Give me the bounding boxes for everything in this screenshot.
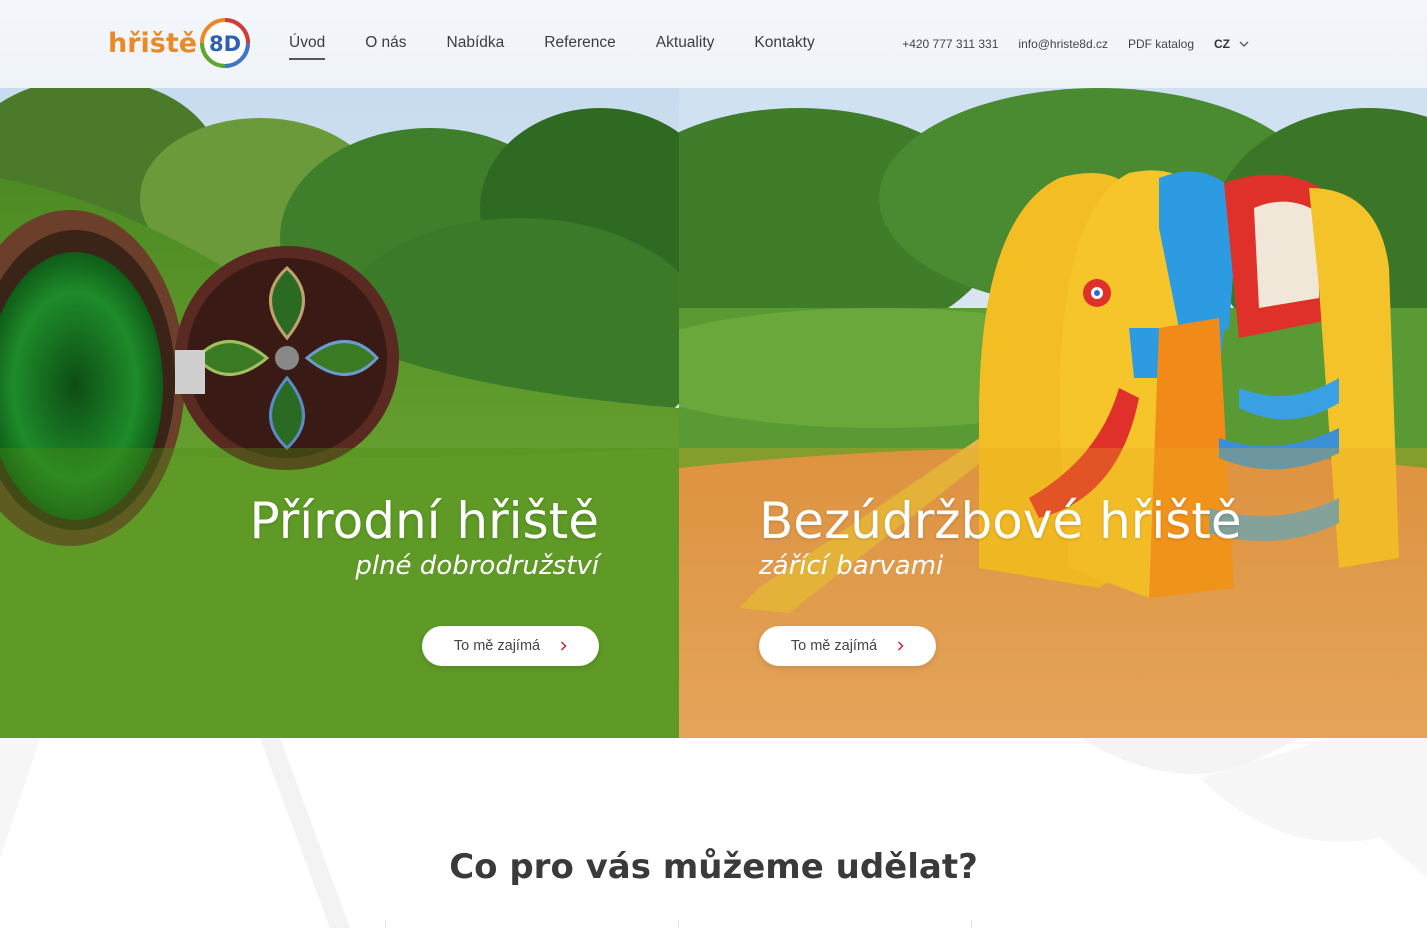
chevron-down-icon — [1239, 41, 1249, 47]
chevron-right-icon — [560, 641, 567, 651]
nav-item-aktuality[interactable]: Aktuality — [656, 0, 715, 88]
phone-link[interactable]: +420 777 311 331 — [902, 37, 998, 51]
hero-title-natural: Přírodní hřiště — [249, 492, 599, 550]
main-nav: Úvod O nás Nabídka Reference Aktuality K… — [289, 0, 855, 88]
hero-subtitle-natural: plné dobrodružství — [355, 551, 599, 581]
pdf-catalog-link[interactable]: PDF katalog — [1128, 37, 1194, 51]
hero-title-maintenance-free: Bezúdržbové hřiště — [759, 492, 1242, 550]
header-contact: +420 777 311 331 info@hriste8d.cz PDF ka… — [882, 0, 1249, 88]
hero-panel-natural[interactable]: Přírodní hřiště plné dobrodružství To mě… — [0, 88, 679, 738]
cta-button-natural[interactable]: To mě zajímá — [422, 626, 599, 666]
nav-item-uvod[interactable]: Úvod — [289, 0, 326, 88]
column-divider — [385, 920, 386, 928]
section-title: Co pro vás můžeme udělat? — [449, 847, 978, 887]
nav-item-o-nas[interactable]: O nás — [365, 0, 406, 88]
nav-item-kontakty[interactable]: Kontakty — [754, 0, 814, 88]
column-divider — [971, 920, 972, 928]
cta-button-maintenance-free[interactable]: To mě zajímá — [759, 626, 936, 666]
column-divider — [678, 920, 679, 928]
services-section: Co pro vás můžeme udělat? — [0, 738, 1427, 928]
hero-panel-maintenance-free[interactable]: Bezúdržbové hřiště zářící barvami To mě … — [679, 88, 1427, 738]
hero: Přírodní hřiště plné dobrodružství To mě… — [0, 88, 1427, 738]
logo-text: hřiště — [108, 27, 198, 59]
hero-subtitle-maintenance-free: zářící barvami — [759, 551, 944, 581]
nav-item-nabidka[interactable]: Nabídka — [447, 0, 505, 88]
logo-badge-icon: 8D — [200, 18, 251, 68]
cta-label: To mě zajímá — [790, 638, 878, 654]
logo[interactable]: hřiště 8D — [108, 16, 251, 70]
cta-label: To mě zajímá — [453, 638, 541, 654]
nav-item-reference[interactable]: Reference — [544, 0, 616, 88]
email-link[interactable]: info@hriste8d.cz — [1018, 37, 1108, 51]
site-header: hřiště 8D Úvod O nás Nabídka Reference A… — [0, 0, 1427, 88]
logo-badge-text: 8D — [209, 32, 241, 56]
chevron-right-icon — [897, 641, 904, 651]
background-decoration — [0, 738, 1427, 928]
language-select[interactable]: CZ — [1214, 37, 1249, 51]
language-label: CZ — [1214, 37, 1230, 51]
